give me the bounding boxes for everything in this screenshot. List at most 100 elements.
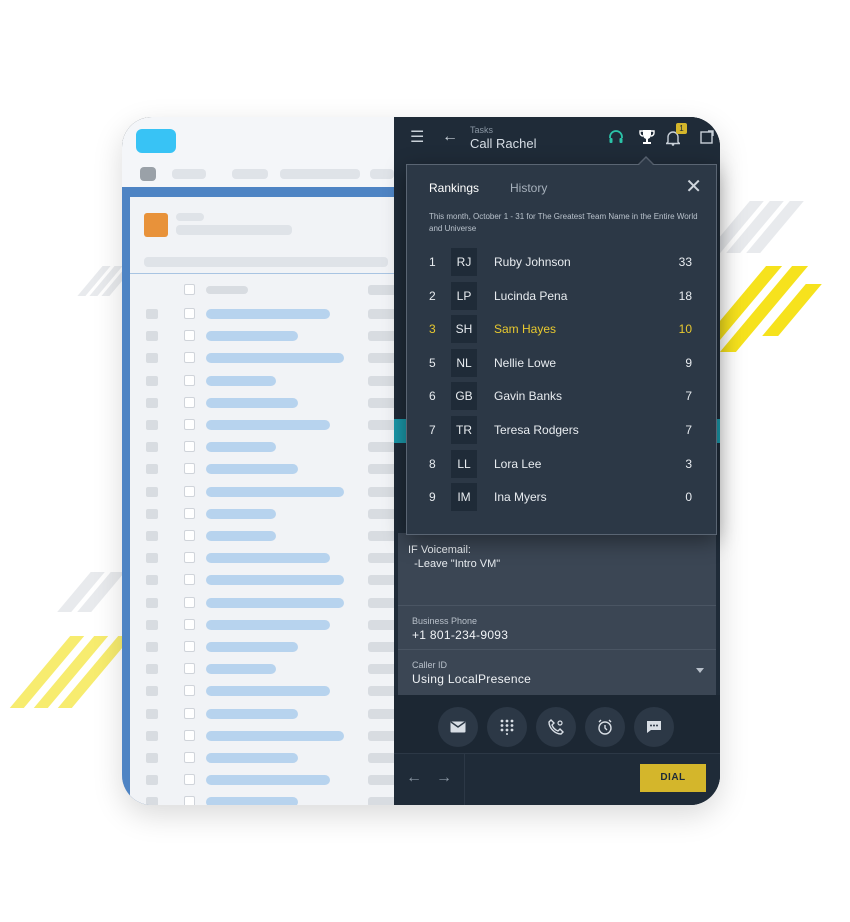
row-checkbox [184, 618, 195, 630]
rank-position: 6 [429, 389, 436, 404]
row-checkbox [184, 685, 195, 697]
avatar: LP [451, 281, 477, 310]
next-arrow-icon[interactable]: → [436, 770, 452, 786]
avatar: NL [451, 348, 477, 377]
agent-name: Teresa Rodgers [494, 423, 579, 437]
table-row [130, 503, 394, 525]
row-checkbox [184, 352, 195, 364]
table-row [130, 725, 394, 747]
ranking-row: 8 LL Lora Lee 3 [407, 448, 718, 480]
row-checkbox [184, 641, 195, 652]
table-row [130, 769, 394, 791]
row-checkbox [184, 530, 195, 541]
caller-id-select[interactable]: Caller ID Using LocalPresence [398, 649, 716, 693]
row-checkbox [184, 774, 195, 786]
record-avatar [144, 213, 168, 237]
table-row [130, 370, 394, 392]
table-row [130, 303, 394, 325]
rank-position: 8 [429, 456, 436, 471]
avatar: SH [451, 315, 477, 344]
row-checkbox [184, 507, 195, 519]
call-transfer-button[interactable] [536, 707, 576, 747]
table-row [130, 614, 394, 636]
page-title: Call Rachel [470, 136, 537, 151]
table-row [130, 481, 394, 503]
row-checkbox [184, 485, 195, 497]
row-checkbox [184, 441, 195, 453]
agent-name: Ina Myers [494, 490, 547, 505]
app-logo [136, 129, 176, 153]
avatar: GB [451, 382, 477, 411]
agent-score: 10 [678, 322, 692, 337]
popup-pointer-fill [639, 158, 653, 165]
agent-score: 3 [685, 456, 692, 471]
table-row [130, 592, 394, 614]
background-crm-app [122, 117, 394, 805]
ranking-row: 2 LP Lucinda Pena 18 [407, 280, 718, 312]
agent-name: Lora Lee [494, 456, 542, 471]
row-checkbox [184, 752, 195, 763]
table-row [130, 747, 394, 769]
avatar: IM [451, 483, 477, 512]
agent-score: 7 [685, 423, 692, 437]
headset-icon[interactable] [608, 129, 624, 149]
dialpad-button[interactable] [487, 707, 527, 747]
row-checkbox [184, 308, 195, 319]
table-row [130, 436, 394, 458]
agent-score: 9 [685, 355, 692, 370]
sms-button[interactable] [634, 707, 674, 747]
popout-icon[interactable] [700, 130, 714, 148]
row-checkbox [184, 707, 195, 719]
hamburger-menu-icon[interactable]: ☰ [410, 130, 424, 146]
table-row [130, 636, 394, 658]
ranking-row: 7 TR Teresa Rodgers 7 [407, 414, 718, 446]
rank-position: 1 [429, 255, 436, 269]
row-checkbox [184, 419, 195, 430]
menu-icon [140, 167, 156, 181]
agent-name: Sam Hayes [494, 322, 557, 337]
row-checkbox [184, 574, 195, 586]
tab-history[interactable]: History [510, 181, 547, 195]
action-bar [394, 695, 720, 755]
rank-position: 9 [429, 490, 436, 505]
dial-button[interactable]: DIAL [640, 764, 706, 792]
rank-position: 7 [429, 423, 436, 437]
alarm-clock-button[interactable] [585, 707, 625, 747]
footer-bar: ← → DIAL [394, 753, 720, 805]
chevron-down-icon [696, 668, 704, 673]
row-checkbox [184, 663, 195, 675]
ranking-row: 1 RJ Ruby Johnson 33 [407, 246, 718, 278]
back-arrow-icon[interactable]: ← [442, 129, 458, 145]
table-row [130, 703, 394, 725]
rankings-description: This month, October 1 - 31 for The Great… [429, 212, 698, 233]
business-phone-field[interactable]: Business Phone +1 801-234-9093 [398, 605, 716, 649]
caller-id-label: Caller ID [412, 660, 448, 670]
table-row [130, 525, 394, 547]
row-checkbox [184, 330, 195, 342]
table-row [130, 414, 394, 436]
table-header [130, 279, 394, 301]
agent-score: 0 [685, 490, 692, 505]
table-row [130, 658, 394, 680]
rank-position: 3 [429, 322, 436, 337]
business-phone-value: +1 801-234-9093 [412, 628, 509, 642]
rank-position: 2 [429, 288, 436, 303]
rank-position: 5 [429, 355, 436, 370]
close-icon[interactable]: ✕ [685, 177, 702, 197]
caller-id-value: Using LocalPresence [412, 672, 532, 686]
agent-name: Gavin Banks [494, 389, 563, 404]
row-checkbox [184, 463, 195, 475]
breadcrumb: Tasks [470, 125, 494, 135]
row-checkbox [184, 796, 195, 805]
avatar: TR [451, 416, 477, 444]
avatar: LL [451, 449, 477, 478]
ranking-row: 9 IM Ina Myers 0 [407, 481, 718, 513]
email-button[interactable] [438, 707, 478, 747]
business-phone-label: Business Phone [412, 616, 478, 626]
rankings-popup: Rankings History ✕ This month, October 1… [406, 164, 717, 535]
previous-arrow-icon[interactable]: ← [406, 770, 422, 786]
row-checkbox [184, 374, 195, 386]
tab-rankings[interactable]: Rankings [429, 181, 479, 195]
agent-name: Nellie Lowe [494, 355, 557, 370]
trophy-icon[interactable] [638, 128, 656, 150]
